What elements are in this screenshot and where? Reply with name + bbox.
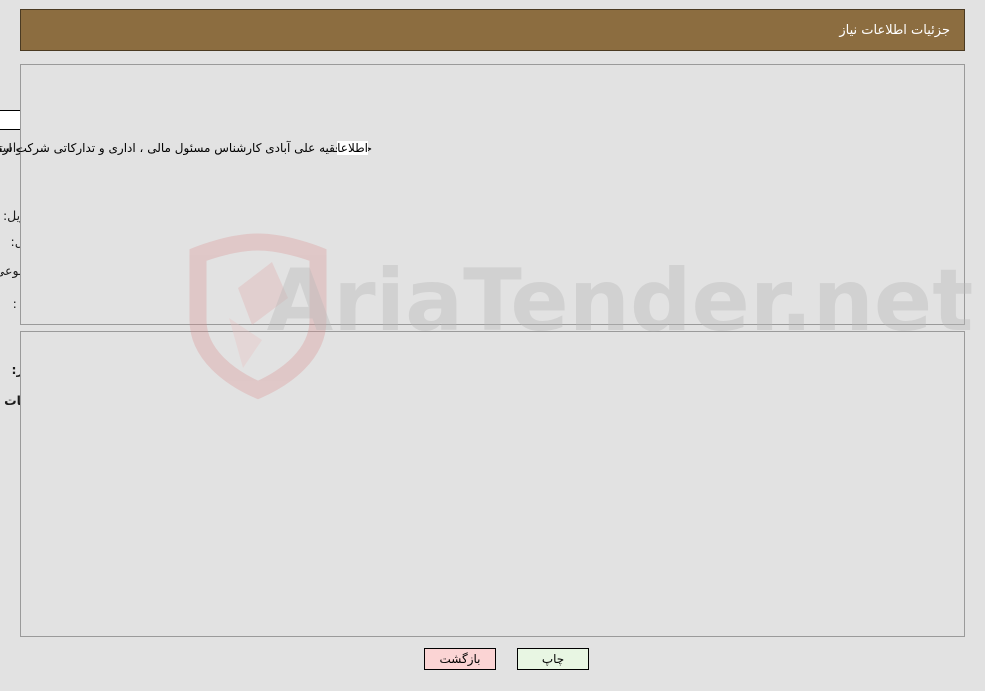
need-info-panel xyxy=(20,64,965,325)
page-title: جزئیات اطلاعات نیاز xyxy=(839,22,950,38)
creator-value-text: اطلاعا xyxy=(337,141,368,155)
creator-value: حسن فقیه علی آبادی کارشناس مسئول مالی ، … xyxy=(0,138,373,158)
creator-full-text: حسن فقیه علی آبادی کارشناس مسئول مالی ، … xyxy=(0,141,372,155)
service-details-panel xyxy=(20,331,965,637)
page-header: جزئیات اطلاعات نیاز xyxy=(20,9,965,51)
back-button[interactable]: بازگشت xyxy=(424,648,496,670)
print-button[interactable]: چاپ xyxy=(517,648,589,670)
